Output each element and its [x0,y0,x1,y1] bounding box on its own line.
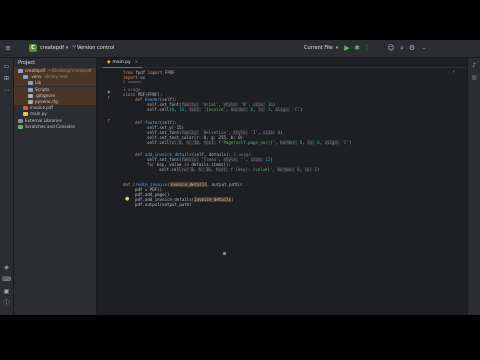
run-icon[interactable]: ▶ [343,44,351,52]
tree-item[interactable]: .gitignore [14,92,96,99]
override-gutter-icon[interactable]: ↑ [107,119,111,123]
text-cursor [223,252,226,255]
tree-item[interactable]: External Libraries [14,118,62,124]
search-icon[interactable]: ⌕ [398,44,406,52]
database-icon[interactable]: ◎ [470,74,478,82]
notifications-bell-icon[interactable]: ♪ [470,62,478,70]
tree-item-label: createpdf [25,68,46,73]
python-file-icon [23,112,28,117]
project-badge[interactable]: C [29,44,37,52]
tree-item-label: Scripts [35,86,50,92]
project-selector[interactable]: createpdf [40,43,64,53]
tree-item[interactable]: .venv library root [14,74,96,81]
run-config-selector[interactable]: Current File [304,43,333,53]
tree-item[interactable]: Scratches and Consoles [14,124,75,130]
code-area[interactable]: from fpdf import FPDF import os 1 usage … [119,68,449,315]
debug-icon[interactable]: ✱ [353,44,361,52]
settings-gear-icon[interactable]: ⚙ [408,44,416,52]
editor-area: ◆ main.py × ✓ ◉ ↑ ↑ from fpdf import FPDF … [97,58,468,315]
usage-hint[interactable]: 2 usages [123,79,141,84]
scratch-icon [18,124,23,129]
title-bar: ≡ C createpdf ▾ ⑂ Version control Curren… [0,40,480,58]
file-icon [28,93,33,98]
right-tool-strip: ♪ ◎ [467,58,480,315]
code-line: self.cell(w: 0, h: 10, text: f'{key}: {v… [159,167,320,172]
tree-item[interactable]: invoice.pdf [14,105,53,111]
code-line: self.cell(w: 0, h: 10, text: f'Page{self… [147,140,352,145]
class-gutter-icon[interactable]: ◉ [107,90,111,94]
tree-item-label: Scratches and Consoles [25,123,75,129]
tree-item[interactable]: main.py [14,111,47,117]
tree-item-label: pyvenv.cfg [35,99,58,104]
folder-icon [23,75,28,80]
more-tools-icon[interactable]: ⋯ [2,86,11,95]
tab-label: main.py [112,60,131,65]
folder-icon [18,69,23,73]
chevron-down-icon[interactable]: ▾ [333,44,341,52]
tree-item-label: .gitignore [35,92,56,98]
tree-item[interactable]: pyvenv.cfg [14,99,96,105]
tree-item-label: External Libraries [25,117,62,123]
tree-item[interactable]: createpdf ~/Desktop/createpdf [14,68,96,74]
version-control-selector[interactable]: Version control [77,43,114,53]
tree-item[interactable]: Lib [14,80,96,87]
folder-icon [28,87,33,92]
pdf-file-icon [23,106,28,111]
python-file-icon: ◆ [107,60,111,65]
collab-icon[interactable]: ☺ [387,44,395,52]
code-line: self.cell(0, 10, text: 'Invoice', border… [147,107,303,112]
project-panel-title[interactable]: Project [18,60,35,66]
editor-tab-bar: ◆ main.py × [97,58,468,68]
structure-icon[interactable]: ⊞ [2,74,11,83]
ide-window: ≡ C createpdf ▾ ⑂ Version control Curren… [0,40,480,315]
tree-item-hint: ~/Desktop/createpdf [48,68,92,73]
editor-gutter: ◉ ↑ ↑ [97,68,119,315]
lightbulb-icon[interactable]: ● [125,197,129,202]
python-packages-icon[interactable]: ◈ [2,263,11,272]
more-actions-icon[interactable]: ⋮ [363,44,371,52]
tree-item-label: invoice.pdf [30,105,54,111]
tree-item[interactable]: Scripts [14,86,96,93]
minimize-icon[interactable]: – [420,44,428,52]
inspection-ok-icon[interactable]: ✓ [452,70,456,75]
close-icon[interactable]: × [135,60,139,65]
file-icon [28,100,33,104]
tree-item-label: Lib [35,80,42,86]
problems-icon[interactable]: ⓘ [2,299,11,308]
override-gutter-icon[interactable]: ↑ [107,96,111,100]
tree-item-label: .venv [30,74,42,80]
project-folder-icon[interactable]: ▭ [2,62,11,71]
tab-main-py[interactable]: ◆ main.py × [103,58,143,68]
python-console-icon[interactable]: ⌨ [2,275,11,284]
tree-item-label: main.py [30,111,47,117]
project-panel: Project createpdf ~/Desktop/createpdf .ven… [14,58,97,315]
code-line: pdf.output(output_path) [135,202,192,207]
terminal-icon[interactable]: ▣ [2,287,11,296]
folder-icon [28,81,33,86]
library-icon [18,118,23,123]
left-tool-strip: ▭ ⊞ ⋯ ◈ ⌨ ▣ ⓘ [0,58,14,315]
main-menu-icon[interactable]: ≡ [4,44,12,52]
tree-item-hint: library root [44,74,68,80]
